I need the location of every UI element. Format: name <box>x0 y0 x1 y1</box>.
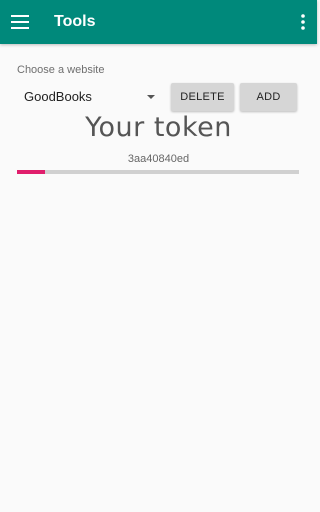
token-progress-fill <box>17 170 46 174</box>
website-picker-label: Choose a website <box>17 64 105 76</box>
dropdown-arrow-icon <box>147 95 155 99</box>
token-heading: Your token <box>85 112 232 143</box>
more-vert-icon[interactable] <box>298 13 308 31</box>
website-spinner[interactable]: GoodBooks <box>17 82 161 111</box>
website-spinner-value: GoodBooks <box>24 89 92 104</box>
app-bar: Tools <box>0 0 317 44</box>
delete-button[interactable]: DELETE <box>171 83 234 111</box>
token-progress-bar <box>17 170 299 174</box>
page-title: Tools <box>54 13 96 30</box>
add-button[interactable]: ADD <box>240 83 297 111</box>
token-value: 3aa40840ed <box>127 153 190 165</box>
hamburger-menu-icon[interactable] <box>11 13 29 31</box>
